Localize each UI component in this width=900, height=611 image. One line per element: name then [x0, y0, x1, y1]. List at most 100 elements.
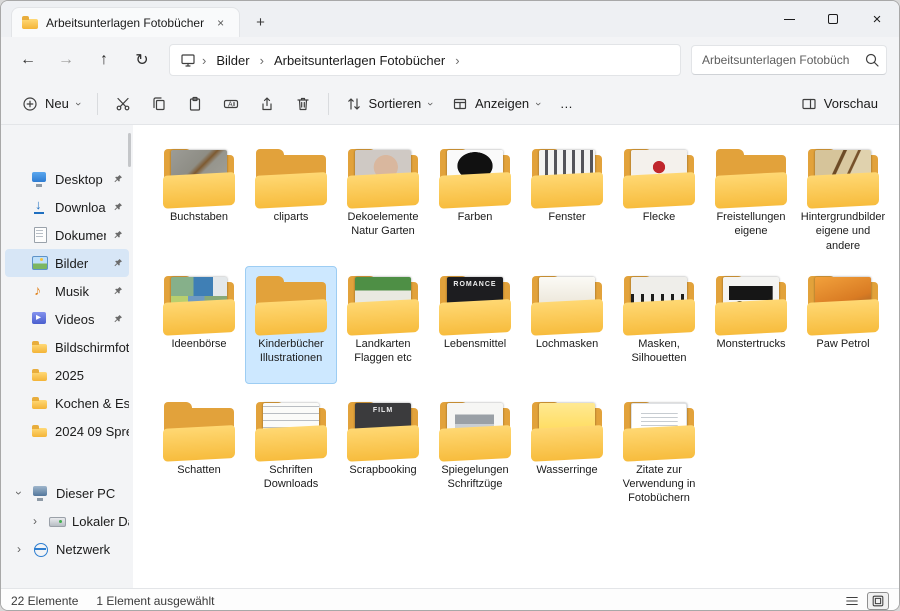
- selection-count: 1 Element ausgewählt: [96, 594, 214, 608]
- folder-item[interactable]: Flecke: [613, 139, 705, 258]
- folder-item[interactable]: Dekoelemente Natur Garten: [337, 139, 429, 258]
- folder-item[interactable]: Schriften Downloads: [245, 392, 337, 511]
- folder-label: Lochmasken: [536, 337, 598, 351]
- folder-item[interactable]: Buchstaben: [153, 139, 245, 258]
- folder-icon: [530, 146, 604, 206]
- folder-item[interactable]: FILM Scrapbooking: [337, 392, 429, 511]
- folder-item[interactable]: Freistellungen eigene: [705, 139, 797, 258]
- up-button[interactable]: ↑: [87, 44, 121, 76]
- folder-front: [255, 299, 327, 336]
- sidebar-item[interactable]: 2024 09 Spree-F: [5, 417, 129, 445]
- tab-title: Arbeitsunterlagen Fotobücher: [46, 16, 204, 30]
- folder-label: Monstertrucks: [716, 337, 785, 351]
- pin-icon: [113, 172, 123, 187]
- view-button[interactable]: Anzeigen ›: [443, 88, 549, 120]
- copy-button[interactable]: [142, 88, 176, 120]
- cut-button[interactable]: [106, 88, 140, 120]
- forward-button[interactable]: →: [49, 44, 83, 76]
- folder-item[interactable]: Wasserringe: [521, 392, 613, 511]
- folder-label: Paw Petrol: [816, 337, 869, 351]
- breadcrumb-item-bilder[interactable]: Bilder: [212, 51, 253, 70]
- sidebar-item[interactable]: › Lokaler Datent: [5, 507, 129, 535]
- pin-icon: [113, 256, 123, 271]
- more-button[interactable]: …: [551, 88, 582, 120]
- sort-button[interactable]: Sortieren ›: [337, 88, 441, 120]
- titlebar-drag-area[interactable]: [271, 1, 767, 37]
- paste-button[interactable]: [178, 88, 212, 120]
- folder-icon: [438, 146, 512, 206]
- tree-chevron-icon[interactable]: ›: [29, 514, 41, 528]
- new-button[interactable]: Neu ›: [13, 88, 89, 120]
- explorer-tab[interactable]: Arbeitsunterlagen Fotobücher ×: [11, 7, 240, 37]
- refresh-button[interactable]: ↻: [125, 44, 159, 76]
- folder-item[interactable]: Kinderbücher Illustrationen: [245, 266, 337, 384]
- folder-item[interactable]: Farben: [429, 139, 521, 258]
- folder-item[interactable]: Schatten: [153, 392, 245, 511]
- folder-item[interactable]: Monstertrucks: [705, 266, 797, 384]
- folder-item[interactable]: Masken, Silhouetten: [613, 266, 705, 384]
- share-button[interactable]: [250, 88, 284, 120]
- rename-button[interactable]: A: [214, 88, 248, 120]
- breadcrumb-separator: ›: [258, 53, 266, 68]
- maximize-button[interactable]: [811, 1, 855, 37]
- sidebar-item-label: 2024 09 Spree-F: [55, 424, 129, 439]
- search-input[interactable]: [691, 45, 887, 75]
- folder-icon: [162, 146, 236, 206]
- tab-close-icon[interactable]: ×: [212, 15, 229, 31]
- folder-item[interactable]: Lochmasken: [521, 266, 613, 384]
- folder-label: Hintergrundbilder eigene und andere: [800, 210, 886, 253]
- folder-item[interactable]: Fenster: [521, 139, 613, 258]
- breadcrumb-chevron[interactable]: ›: [453, 53, 461, 68]
- breadcrumb-separator: ›: [200, 53, 208, 68]
- folder-item[interactable]: ROMANCE Lebensmittel: [429, 266, 521, 384]
- sidebar-item[interactable]: › Dieser PC: [5, 479, 129, 507]
- new-tab-button[interactable]: +: [250, 14, 271, 31]
- folder-icon: [714, 273, 788, 333]
- sidebar-item[interactable]: Bildschirmfotos: [5, 333, 129, 361]
- delete-button[interactable]: [286, 88, 320, 120]
- close-button[interactable]: ×: [855, 1, 899, 37]
- sidebar-scrollbar[interactable]: [128, 133, 131, 167]
- folder-front: [715, 299, 787, 336]
- folder-icon: [622, 273, 696, 333]
- folder-item[interactable]: Paw Petrol: [797, 266, 889, 384]
- navigation-pane: Desktop Downloads Dokumente B: [1, 125, 133, 588]
- status-bar: 22 Elemente 1 Element ausgewählt: [1, 588, 899, 611]
- sidebar-item[interactable]: Kochen & Essen: [5, 389, 129, 417]
- folder-item[interactable]: Zitate zur Verwendung in Fotobüchern: [613, 392, 705, 511]
- folder-item[interactable]: Hintergrundbilder eigene und andere: [797, 139, 889, 258]
- preview-button[interactable]: Vorschau: [792, 88, 887, 120]
- toolbar-separator: [328, 93, 329, 115]
- command-toolbar: Neu › A Sortieren › Anzeigen: [1, 83, 899, 125]
- sidebar-item[interactable]: 2025: [5, 361, 129, 389]
- this-pc-icon[interactable]: [180, 52, 196, 68]
- sidebar-item[interactable]: Desktop: [5, 165, 129, 193]
- sidebar-item-label: Lokaler Datent: [72, 514, 129, 529]
- minimize-button[interactable]: [767, 1, 811, 37]
- folder-item[interactable]: Spiegelungen Schriftzüge: [429, 392, 521, 511]
- details-view-button[interactable]: [841, 592, 863, 610]
- sidebar-item[interactable]: Downloads: [5, 193, 129, 221]
- folder-item[interactable]: Ideenbörse: [153, 266, 245, 384]
- thumbnail-view-button[interactable]: [867, 592, 889, 610]
- sidebar-item[interactable]: Musik: [5, 277, 129, 305]
- sidebar-item-label: Desktop: [55, 172, 103, 187]
- window-controls: ×: [767, 1, 899, 37]
- search-icon[interactable]: [864, 52, 880, 68]
- breadcrumb-item-current[interactable]: Arbeitsunterlagen Fotobücher: [270, 51, 449, 70]
- folder-item[interactable]: cliparts: [245, 139, 337, 258]
- folder-label: Ideenbörse: [171, 337, 226, 351]
- tree-chevron-icon[interactable]: ›: [12, 487, 26, 499]
- sidebar-item[interactable]: Videos: [5, 305, 129, 333]
- sidebar-item[interactable]: › Netzwerk: [5, 535, 129, 563]
- folder-icon: [346, 146, 420, 206]
- sidebar-item[interactable]: Bilder: [5, 249, 129, 277]
- folder-item[interactable]: Landkarten Flaggen etc: [337, 266, 429, 384]
- folder-label: Masken, Silhouetten: [616, 337, 702, 366]
- folder-front: [255, 172, 327, 209]
- sidebar-item[interactable]: Dokumente: [5, 221, 129, 249]
- file-list-area: Buchstaben cliparts: [133, 125, 899, 588]
- chevron-down-icon: ›: [532, 102, 544, 106]
- back-button[interactable]: ←: [11, 44, 45, 76]
- tree-chevron-icon[interactable]: ›: [13, 542, 25, 556]
